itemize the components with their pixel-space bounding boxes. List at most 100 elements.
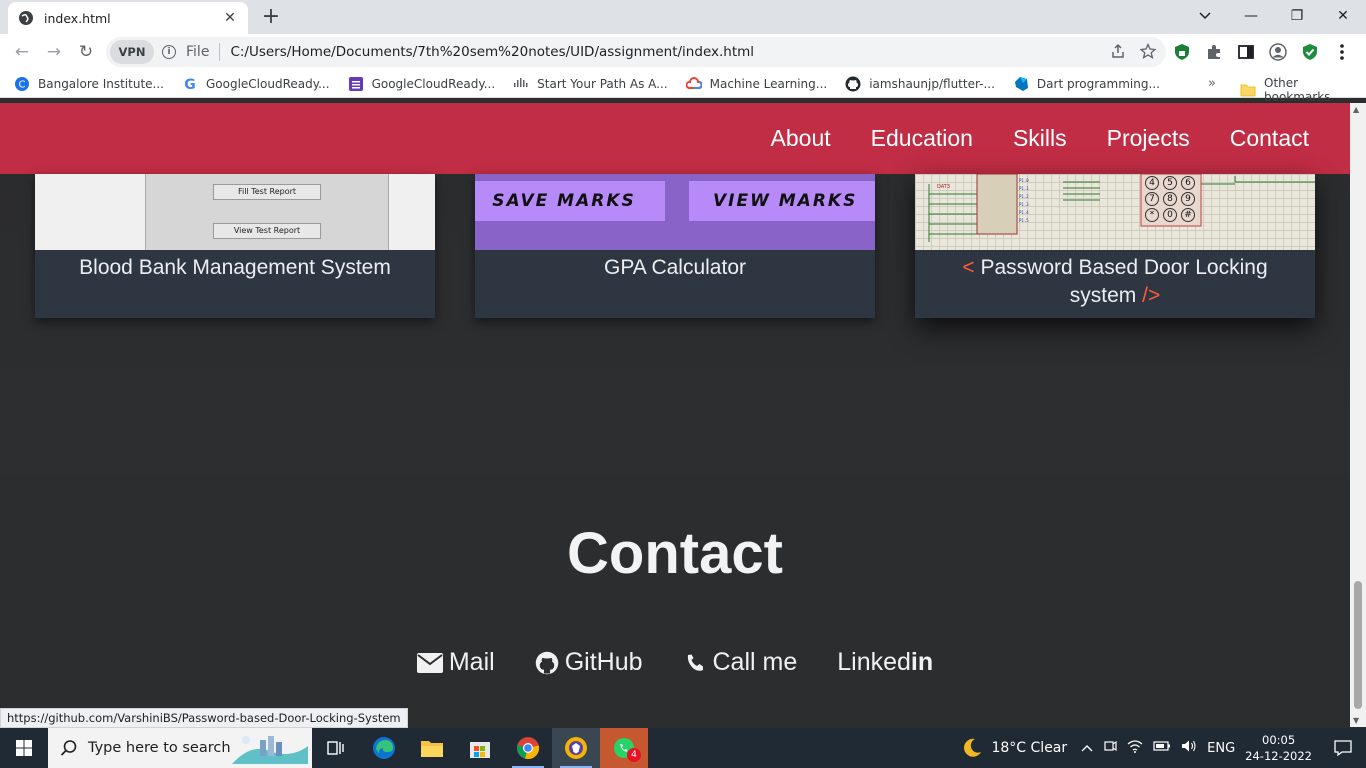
nav-link-projects[interactable]: Projects	[1107, 125, 1190, 152]
bookmark-label: Dart programming...	[1036, 76, 1160, 91]
meet-now-icon[interactable]	[1103, 739, 1117, 757]
share-icon[interactable]	[1110, 43, 1126, 63]
bookmark-item[interactable]: Dart programming...	[1013, 76, 1160, 92]
wifi-icon[interactable]	[1127, 739, 1143, 757]
notification-badge: 4	[627, 748, 641, 762]
forward-button[interactable]: →	[42, 40, 66, 64]
weather-widget[interactable]: 18°C Clear	[961, 737, 1067, 759]
battery-icon[interactable]	[1153, 740, 1171, 756]
site-navbar: About Education Skills Projects Contact	[0, 103, 1350, 174]
puzzle-extensions-icon[interactable]	[1204, 42, 1224, 62]
svg-text:P1.3: P1.3	[1019, 202, 1029, 207]
omnibox-actions	[1110, 42, 1157, 63]
keypad-key: 8	[1163, 192, 1177, 206]
project-title: < Password Based Door Locking system />	[915, 254, 1315, 310]
windows-taskbar: Type here to search 4 18°C Clear ENG 00:…	[0, 728, 1366, 768]
cisco-icon	[513, 76, 529, 92]
code-bracket-close: />	[1142, 284, 1161, 307]
svg-text:DAT3: DAT3	[937, 184, 950, 190]
linkedin-link[interactable]: Linked in	[837, 648, 933, 677]
lock-extension-icon[interactable]	[1172, 42, 1192, 62]
microsoft-store-icon[interactable]	[456, 728, 504, 768]
project-thumbnail: P1.0 P1.1 P1.2 P1.3 P1.4 P1.5 DAT3 4 5 6 7 8 …	[915, 174, 1315, 250]
profile-icon[interactable]	[1268, 42, 1288, 62]
nav-link-education[interactable]: Education	[871, 125, 973, 152]
project-title: GPA Calculator	[603, 256, 746, 279]
language-indicator[interactable]: ENG	[1207, 741, 1235, 756]
minimize-button[interactable]: —	[1228, 0, 1274, 32]
url-text[interactable]: C:/Users/Home/Documents/7th%20sem%20note…	[230, 44, 754, 60]
keypad-key: *	[1145, 208, 1159, 222]
bookmark-label: Start Your Path As A...	[537, 76, 668, 91]
tab-search-icon[interactable]	[1182, 0, 1228, 32]
chrome-icon[interactable]	[504, 728, 552, 768]
page-scrollbar[interactable]: ▲ ▼	[1350, 103, 1366, 727]
shield-check-icon[interactable]	[1300, 42, 1320, 62]
linkedin-in-logo: in	[910, 648, 934, 676]
svg-text:P1.0: P1.0	[1019, 178, 1029, 183]
search-placeholder: Type here to search	[88, 740, 231, 756]
scrollbar-thumb[interactable]	[1354, 581, 1362, 709]
svg-text:P1.4: P1.4	[1019, 210, 1029, 215]
nav-link-skills[interactable]: Skills	[1013, 125, 1067, 152]
google-icon: G	[182, 76, 198, 92]
web-page: About Education Skills Projects Contact …	[0, 103, 1350, 727]
vpn-badge[interactable]: VPN	[110, 40, 154, 64]
address-bar[interactable]: VPN i File C:/Users/Home/Documents/7th%2…	[106, 37, 1166, 67]
edge-browser-icon[interactable]	[360, 728, 408, 768]
keypad-key: 7	[1145, 192, 1159, 206]
bookmarks-overflow-icon[interactable]: »	[1208, 76, 1216, 91]
contact-links: Mail GitHub Call me Linked in	[0, 648, 1350, 677]
github-icon	[845, 76, 861, 92]
bookmark-star-icon[interactable]	[1139, 42, 1157, 63]
thumbnail-button: SAVE MARKS	[475, 181, 665, 221]
bookmarks-bar: C Bangalore Institute... G GoogleCloudRe…	[0, 70, 1366, 104]
whatsapp-icon[interactable]: 4	[600, 728, 648, 768]
scroll-down-arrow-icon[interactable]: ▼	[1353, 716, 1359, 725]
close-window-button[interactable]: ✕	[1320, 0, 1366, 32]
bookmark-item[interactable]: Machine Learning...	[685, 76, 827, 92]
weather-text: 18°C Clear	[991, 740, 1068, 756]
maximize-button[interactable]: ❐	[1274, 0, 1320, 32]
svg-text:G: G	[184, 77, 196, 92]
circuit-schematic: P1.0 P1.1 P1.2 P1.3 P1.4 P1.5 DAT3	[928, 174, 1315, 242]
menu-kebab-icon[interactable]	[1332, 42, 1352, 62]
show-hidden-icons-chevron-icon[interactable]	[1081, 741, 1093, 756]
browser-tab[interactable]: index.html ✕	[8, 2, 248, 34]
project-card-door-lock[interactable]: P1.0 P1.1 P1.2 P1.3 P1.4 P1.5 DAT3 4 5 6 7 8 …	[915, 174, 1315, 318]
close-tab-icon[interactable]: ✕	[222, 10, 238, 26]
github-link[interactable]: GitHub	[535, 648, 643, 677]
system-clock[interactable]: 00:05 24-12-2022	[1245, 732, 1312, 764]
back-button[interactable]: ←	[10, 40, 34, 64]
task-view-icon[interactable]	[312, 728, 360, 768]
project-card-blood-bank[interactable]: Fill Test Report View Test Report Blood …	[35, 174, 435, 318]
bookmark-item[interactable]: GoogleCloudReady...	[348, 76, 495, 92]
bookmark-item[interactable]: Start Your Path As A...	[513, 76, 668, 92]
side-panel-icon[interactable]	[1236, 42, 1256, 62]
taskbar-search[interactable]: Type here to search	[48, 728, 312, 768]
call-link[interactable]: Call me	[683, 648, 797, 677]
svg-text:P1.5: P1.5	[1019, 218, 1029, 223]
contact-section: Contact Mail GitHub Call me Linked in	[0, 478, 1350, 727]
nav-link-contact[interactable]: Contact	[1230, 125, 1309, 152]
url-divider	[219, 43, 221, 61]
mail-link[interactable]: Mail	[416, 648, 495, 677]
nav-link-about[interactable]: About	[771, 125, 831, 152]
new-tab-button[interactable]: +	[258, 4, 284, 30]
scroll-up-arrow-icon[interactable]: ▲	[1353, 105, 1359, 114]
bookmark-item[interactable]: iamshaunjp/flutter-...	[845, 76, 995, 92]
info-icon[interactable]: i	[162, 45, 176, 59]
bookmark-item[interactable]: C Bangalore Institute...	[14, 76, 164, 92]
project-card-gpa[interactable]: SAVE MARKS VIEW MARKS GPA Calculator	[475, 174, 875, 318]
bookmark-item[interactable]: G GoogleCloudReady...	[182, 76, 329, 92]
extensions-area	[1172, 42, 1352, 62]
windows-start-button[interactable]	[0, 728, 48, 768]
file-explorer-icon[interactable]	[408, 728, 456, 768]
other-bookmarks[interactable]: Other bookmarks	[1240, 76, 1366, 104]
brave-browser-icon[interactable]	[552, 728, 600, 768]
notification-center-icon[interactable]	[1332, 728, 1354, 768]
globe-icon	[18, 10, 34, 26]
reload-button[interactable]: ↻	[74, 40, 98, 64]
volume-icon[interactable]	[1181, 739, 1197, 757]
bit-icon: C	[14, 76, 30, 92]
